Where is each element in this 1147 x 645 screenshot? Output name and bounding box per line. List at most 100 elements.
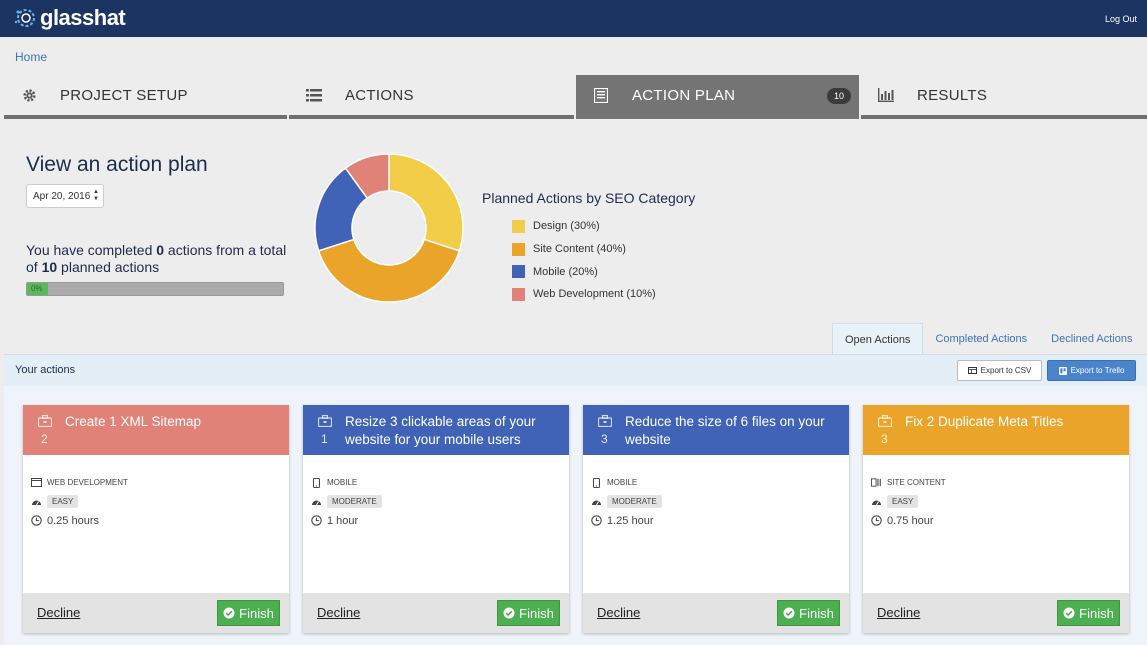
tab-label: ACTIONS (345, 86, 414, 104)
time-row: 1.25 hour (591, 511, 662, 530)
action-card-number: 2 (41, 432, 48, 446)
category-row: MOBILE (591, 473, 662, 492)
seo-category-donut-chart (314, 153, 464, 303)
action-count-badge: 10 (826, 88, 851, 104)
legend-item-design: Design (30%) (512, 215, 656, 238)
date-select[interactable]: Apr 20, 2016 ▲ ▼ (26, 184, 104, 208)
briefcase-icon (38, 415, 52, 427)
check-circle-icon (783, 607, 795, 619)
time-row: 0.25 hours (31, 511, 128, 530)
finish-button[interactable]: Finish (217, 600, 280, 626)
time-estimate: 1.25 hour (607, 514, 654, 527)
time-row: 0.75 hour (871, 511, 946, 530)
clock-icon (591, 515, 602, 526)
action-card: Fix 2 Duplicate Meta Titles 3 SITE CONTENT… (863, 405, 1129, 633)
decline-link[interactable]: Decline (877, 605, 920, 620)
tab-actions[interactable]: ACTIONS (289, 75, 574, 119)
mobile-icon (591, 477, 602, 488)
tab-label: PROJECT SETUP (60, 86, 188, 104)
finish-button[interactable]: Finish (497, 600, 560, 626)
action-card-header: Fix 2 Duplicate Meta Titles 3 (863, 405, 1129, 455)
tab-action-plan[interactable]: ACTION PLAN 10 (576, 75, 859, 119)
donut-slice-1 (317, 238, 461, 303)
export-trello-button[interactable]: Export to Trello (1047, 360, 1136, 381)
chart-title: Planned Actions by SEO Category (482, 190, 696, 206)
legend-label: Web Development (10%) (533, 288, 656, 301)
check-circle-icon (223, 607, 235, 619)
tab-declined-actions[interactable]: Declined Actions (1039, 323, 1144, 355)
action-card-footer: Decline Finish (583, 593, 849, 633)
time-estimate: 0.25 hours (47, 514, 99, 527)
list-icon (303, 87, 325, 103)
total-count: 10 (41, 259, 58, 275)
category-label: MOBILE (607, 478, 638, 487)
legend-swatch (512, 287, 525, 301)
logo[interactable]: glasshat (12, 5, 126, 30)
action-card-title: Resize 3 clickable areas of your website… (345, 414, 536, 447)
time-estimate: 1 hour (327, 514, 359, 527)
decline-link[interactable]: Decline (317, 605, 360, 620)
briefcase-icon (598, 415, 612, 427)
top-bar: glasshat Log Out (0, 0, 1147, 37)
action-card-footer: Decline Finish (863, 593, 1129, 633)
action-card-footer: Decline Finish (23, 593, 289, 633)
action-card-meta: MOBILE MODERATE 1 hour (311, 473, 382, 530)
legend-swatch (512, 265, 525, 279)
bar-chart-icon (875, 87, 897, 103)
category-row: MOBILE (311, 473, 382, 492)
time-estimate: 0.75 hour (887, 514, 934, 527)
select-arrows-icon: ▲ ▼ (93, 189, 99, 202)
briefcase-icon (318, 415, 332, 427)
main-tabs: PROJECT SETUP ACTIONS ACTION PLAN 10 RES… (4, 75, 1147, 119)
action-card-number: 3 (881, 432, 888, 446)
tab-label: ACTION PLAN (632, 86, 736, 104)
finish-button[interactable]: Finish (777, 600, 840, 626)
chart-legend: Design (30%) Site Content (40%) Mobile (… (512, 215, 656, 306)
action-card-title: Create 1 XML Sitemap (65, 414, 202, 429)
legend-item-web-development: Web Development (10%) (512, 283, 656, 306)
action-card-header: Resize 3 clickable areas of your website… (303, 405, 569, 455)
tab-open-actions[interactable]: Open Actions (832, 323, 924, 355)
finish-button[interactable]: Finish (1057, 600, 1120, 626)
finish-label: Finish (799, 605, 834, 621)
difficulty-badge: EASY (887, 495, 919, 508)
category-label: SITE CONTENT (887, 478, 946, 487)
action-card-title: Fix 2 Duplicate Meta Titles (905, 414, 1064, 429)
briefcase-icon (878, 415, 892, 427)
finish-label: Finish (519, 605, 554, 621)
difficulty-badge: MODERATE (607, 495, 662, 508)
decline-link[interactable]: Decline (37, 605, 80, 620)
clock-icon (311, 515, 322, 526)
export-csv-button[interactable]: Export to CSV (957, 360, 1042, 381)
action-card-title: Reduce the size of 6 files on your websi… (625, 414, 825, 447)
page-title: View an action plan (26, 153, 208, 176)
breadcrumb-home[interactable]: Home (15, 50, 47, 64)
category-row: WEB DEVELOPMENT (31, 473, 128, 492)
gear-icon (18, 87, 40, 103)
legend-swatch (512, 242, 525, 256)
difficulty-badge: MODERATE (327, 495, 382, 508)
completed-count: 0 (156, 242, 165, 258)
date-select-value: Apr 20, 2016 (33, 190, 91, 202)
logout-link[interactable]: Log Out (1105, 14, 1137, 24)
logo-text: glasshat (40, 5, 126, 30)
legend-label: Design (30%) (533, 220, 600, 233)
check-circle-icon (503, 607, 515, 619)
finish-label: Finish (1079, 605, 1114, 621)
action-card-meta: MOBILE MODERATE 1.25 hour (591, 473, 662, 530)
tab-completed-actions[interactable]: Completed Actions (923, 323, 1039, 355)
difficulty-row: MODERATE (591, 492, 662, 511)
action-card-meta: WEB DEVELOPMENT EASY 0.25 hours (31, 473, 128, 530)
category-row: SITE CONTENT (871, 473, 946, 492)
export-trello-label: Export to Trello (1070, 366, 1125, 375)
clock-icon (31, 515, 42, 526)
action-card: Resize 3 clickable areas of your website… (303, 405, 569, 633)
content-icon (871, 477, 882, 488)
tab-project-setup[interactable]: PROJECT SETUP (4, 75, 287, 119)
tab-results[interactable]: RESULTS (861, 75, 1147, 119)
legend-label: Site Content (40%) (533, 243, 626, 256)
action-status-tabs: Open Actions Completed Actions Declined … (832, 323, 1144, 355)
gauge-icon (871, 496, 882, 507)
difficulty-row: MODERATE (311, 492, 382, 511)
decline-link[interactable]: Decline (597, 605, 640, 620)
